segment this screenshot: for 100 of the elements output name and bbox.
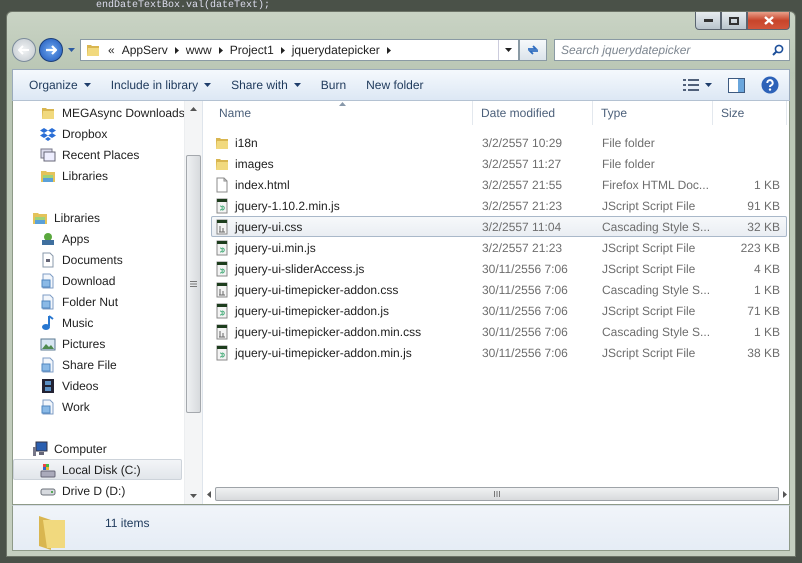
navigation-item[interactable]: Videos	[13, 375, 182, 396]
toolbar-button[interactable]: Organize	[21, 74, 99, 96]
library-folder-icon	[40, 272, 56, 288]
disk-drive-icon	[40, 462, 56, 478]
scroll-left-arrow-icon[interactable]	[207, 490, 211, 498]
navigation-item[interactable]: MEGAsync Downloads	[13, 102, 182, 123]
refresh-icon	[526, 43, 540, 57]
overflow-chevron[interactable]: «	[108, 43, 115, 57]
navigation-item[interactable]: Local Disk (C:)	[13, 459, 182, 480]
date-cell-text: 30/11/2556 7:06	[481, 324, 569, 340]
navigation-item[interactable]: Documents	[13, 249, 182, 270]
file-row[interactable]: jquery-ui.min.js 3/2/2557 21:23 JScript Script File 223 KB	[211, 237, 787, 258]
date-cell-text: 30/11/2556 7:06	[481, 260, 569, 278]
arrow-icon	[218, 46, 223, 54]
navigation-item[interactable]: Download	[13, 270, 182, 291]
file-name: i18n	[235, 136, 258, 150]
maximize-icon	[729, 16, 739, 24]
navigation-item[interactable]: Computer	[13, 438, 182, 459]
column-header[interactable]: Type	[593, 101, 713, 125]
library-folder-icon	[40, 294, 56, 310]
scrollbar-thumb[interactable]	[186, 155, 201, 413]
vertical-scrollbar[interactable]	[184, 101, 202, 504]
file-name: images	[235, 156, 274, 170]
library-folder-icon	[40, 356, 56, 372]
recent-pages-button[interactable]	[66, 48, 77, 52]
film-icon	[40, 378, 56, 394]
toolbar-button[interactable]: Share with	[223, 74, 309, 96]
navigation-item[interactable]: Apps	[13, 228, 182, 249]
file-row[interactable]: jquery-ui-timepicker-addon.min.js 30/11/2556 7:06 JScript Script File 38 KB	[211, 342, 787, 363]
size-cell-text: 1 KB	[752, 324, 781, 340]
date-cell-text: 3/2/2557 11:04	[481, 218, 562, 236]
script-file-icon	[214, 344, 230, 360]
file-name: jquery-1.10.2.min.js	[235, 198, 340, 212]
close-button[interactable]	[747, 12, 790, 30]
maximize-button[interactable]	[721, 12, 747, 30]
type-cell-text: JScript Script File	[601, 198, 696, 214]
file-row[interactable]: images 3/2/2557 11:27 File folder	[211, 153, 787, 174]
forward-button[interactable]	[39, 38, 63, 62]
navigation-item[interactable]: Work	[13, 396, 182, 417]
scroll-right-arrow-icon[interactable]	[783, 490, 787, 498]
date-cell-text: 30/11/2556 7:06	[481, 282, 569, 298]
date-cell-text: 3/2/2557 10:29	[481, 134, 564, 152]
scroll-down-arrow-icon	[190, 494, 197, 498]
caret-icon	[705, 83, 712, 87]
file-row[interactable]: jquery-ui-timepicker-addon.js 30/11/2556 7:06 JScript Script File 71 KB	[211, 300, 787, 321]
computer-icon	[32, 440, 48, 456]
type-cell-text: File folder	[601, 134, 656, 152]
size-cell-text: 4 KB	[752, 260, 781, 278]
navigation-item[interactable]: Recent Places	[13, 144, 182, 165]
script-file-icon	[214, 240, 230, 256]
column-header[interactable]: Date modified	[473, 101, 593, 125]
file-row[interactable]: jquery-ui-timepicker-addon.css 30/11/2556 7:06 Cascading Style S... 1 KB	[211, 279, 787, 300]
script-file-icon	[214, 198, 230, 214]
back-arrow-icon	[18, 45, 30, 55]
navigation-item[interactable]: Pictures	[13, 333, 182, 354]
toolbar-button[interactable]: New folder	[358, 74, 432, 96]
caret-icon	[68, 48, 75, 52]
file-row[interactable]: jquery-ui-timepicker-addon.min.css 30/11/2556 7:06 Cascading Style S... 1 KB	[211, 321, 787, 342]
file-row[interactable]: jquery-ui-sliderAccess.js 30/11/2556 7:06 JScript Script File 4 KB	[211, 258, 787, 279]
preview-pane-icon	[728, 78, 745, 92]
navigation-item[interactable]: Dropbox	[13, 123, 182, 144]
breadcrumb-button[interactable]: Project1	[230, 43, 274, 57]
toolbar-button[interactable]: Include in library	[102, 74, 220, 96]
toolbar-button[interactable]: Burn	[312, 74, 354, 96]
navigation-item[interactable]: Music	[13, 312, 182, 333]
navigation-item[interactable]: Libraries	[13, 207, 182, 228]
scroll-up-arrow-icon	[190, 107, 197, 111]
box-icon	[40, 126, 56, 142]
navigation-item[interactable]: Drive D (D:)	[13, 480, 182, 501]
type-cell-text: Cascading Style S...	[601, 218, 712, 236]
date-cell-text: 3/2/2557 21:23	[481, 198, 564, 214]
file-row[interactable]: jquery-ui.css 3/2/2557 11:04 Cascading Style S... 32 KB	[211, 216, 787, 237]
navigation-item[interactable]: Folder Nut	[13, 291, 182, 312]
address-bar[interactable]: « AppServ www Project1 jquerydatepicker	[80, 39, 519, 61]
minimize-button[interactable]	[695, 12, 721, 30]
stylesheet-file-icon	[214, 282, 230, 298]
navigation-item[interactable]: Share File	[13, 354, 182, 375]
file-row[interactable]: index.html 3/2/2557 21:55 Firefox HTML Doc... 1 KB	[211, 174, 787, 195]
background-code-text: endDateTextBox.val(dateText);	[96, 0, 270, 11]
file-row[interactable]: i18n 3/2/2557 10:29 File folder	[211, 132, 787, 153]
column-header[interactable]: Size	[713, 101, 787, 125]
search-field[interactable]: Search jquerydatepicker	[554, 39, 790, 61]
navigation-item[interactable]: Libraries	[13, 165, 182, 186]
apps-icon	[40, 230, 56, 246]
size-cell-text: 1 KB	[752, 282, 781, 298]
type-cell-text: JScript Script File	[601, 260, 696, 278]
file-row[interactable]: jquery-1.10.2.min.js 3/2/2557 21:23 JScript Script File 91 KB	[211, 195, 787, 216]
breadcrumb-button[interactable]: jquerydatepicker	[292, 43, 380, 57]
breadcrumb-button[interactable]: www	[186, 43, 212, 57]
refresh-button[interactable]	[519, 39, 547, 61]
horizontal-scrollbar-thumb[interactable]	[215, 487, 779, 501]
size-cell-text: 223 KB	[740, 240, 781, 256]
breadcrumb-button[interactable]: AppServ	[122, 43, 168, 57]
file-name: jquery-ui-timepicker-addon.css	[235, 282, 398, 296]
picture-icon	[40, 336, 56, 352]
file-name: jquery-ui.min.js	[235, 240, 316, 254]
column-header[interactable]: Name	[211, 101, 473, 125]
size-cell-text: 71 KB	[746, 302, 781, 320]
caret-icon	[505, 48, 512, 52]
close-icon	[764, 16, 774, 25]
